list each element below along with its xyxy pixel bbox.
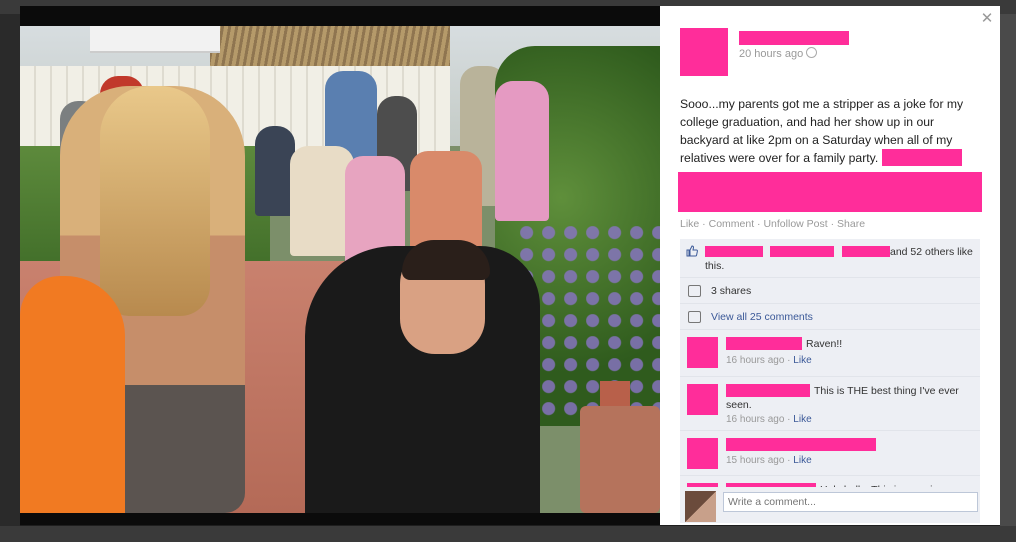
view-all-comments-link[interactable]: View all 25 comments (711, 311, 813, 323)
commenter-avatar-redacted[interactable] (687, 438, 718, 469)
write-comment-input[interactable] (723, 492, 978, 512)
commenter-avatar-redacted[interactable] (687, 337, 718, 368)
comment-text: Raven!! (806, 338, 843, 350)
comment-like-link[interactable]: Like (793, 414, 811, 425)
post-actions: Like · Comment · Unfollow Post · Share (680, 218, 866, 230)
timestamp-text[interactable]: 20 hours ago (739, 48, 803, 60)
post-photo[interactable] (20, 26, 660, 513)
close-icon[interactable]: ✕ (980, 11, 994, 26)
author-avatar-redacted[interactable] (680, 28, 728, 76)
bottom-strip (0, 526, 1016, 542)
comment-body: This is THE best thing I've ever seen. (726, 384, 976, 412)
photo-orange-object (20, 276, 125, 513)
right-strip (1000, 14, 1016, 526)
likes-row: and 52 others like this. (680, 239, 980, 278)
comment-like-link[interactable]: Like (793, 355, 811, 366)
photo-canopy (90, 26, 220, 53)
comment-meta: 16 hours ago · Like (726, 414, 812, 425)
post-body: Sooo...my parents got me a stripper as a… (680, 95, 980, 167)
likes-tail-text[interactable]: and 52 others like this. (705, 246, 973, 272)
comment-link[interactable]: Comment (709, 218, 755, 230)
photo-thatched-roof (210, 26, 450, 71)
photo-man-hair (402, 240, 490, 280)
comment-text: This is THE best thing I've ever seen. (726, 385, 959, 411)
post-side-panel: ✕ 20 hours ago Sooo...my parents got me … (660, 6, 1000, 525)
photo-planter (580, 406, 660, 513)
share-icon (688, 285, 701, 297)
comment-icon (688, 311, 701, 323)
shares-row[interactable]: 3 shares (680, 278, 980, 304)
redaction-block (678, 172, 982, 212)
photo-guest (495, 81, 549, 221)
comment-item: This is THE best thing I've ever seen. 1… (680, 377, 980, 431)
comment-time[interactable]: 16 hours ago (726, 355, 784, 366)
comment-composer (680, 487, 980, 523)
likes-summary: and 52 others like this. (705, 245, 975, 273)
comment-time[interactable]: 16 hours ago (726, 414, 784, 425)
redaction-bar (882, 149, 963, 166)
share-link[interactable]: Share (837, 218, 865, 230)
viewer-avatar (685, 491, 716, 522)
comment-body: Raven!! (726, 337, 976, 351)
view-all-comments-row[interactable]: View all 25 comments (680, 304, 980, 330)
comment-like-link[interactable]: Like (793, 455, 811, 466)
shares-count[interactable]: 3 shares (711, 285, 751, 297)
comment-item: Raven!! 16 hours ago · Like (680, 330, 980, 377)
commenter-name-redacted[interactable] (726, 438, 876, 451)
photo-stage (20, 6, 660, 525)
feedback-box: and 52 others like this. 3 shares View a… (680, 239, 980, 496)
like-link[interactable]: Like (680, 218, 699, 230)
comment-time[interactable]: 15 hours ago (726, 455, 784, 466)
post-timestamp[interactable]: 20 hours ago (739, 47, 818, 60)
globe-icon[interactable] (806, 47, 818, 58)
photo-hair (100, 86, 210, 316)
commenter-avatar-redacted[interactable] (687, 384, 718, 415)
comment-meta: 16 hours ago · Like (726, 355, 812, 366)
left-strip (0, 14, 20, 526)
photo-guest (255, 126, 295, 216)
unfollow-post-link[interactable]: Unfollow Post (763, 218, 827, 230)
author-name-redacted[interactable] (739, 31, 849, 45)
comment-meta: 15 hours ago · Like (726, 455, 812, 466)
post-header: 20 hours ago (680, 28, 980, 80)
comment-item: 15 hours ago · Like (680, 431, 980, 476)
thumbs-up-icon (686, 245, 698, 257)
photo-flowers (520, 226, 660, 416)
